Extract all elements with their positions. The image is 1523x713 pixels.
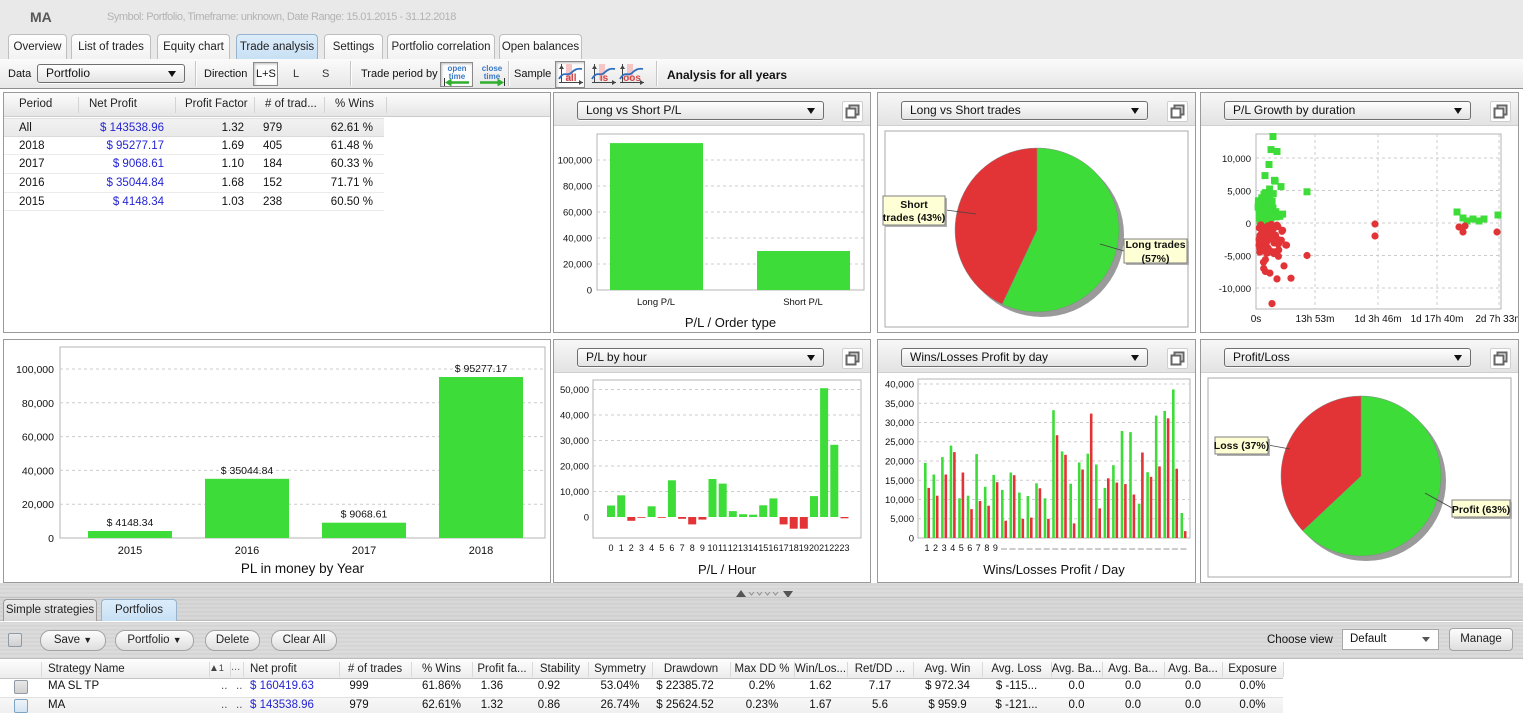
svg-text:Short: Short	[900, 199, 928, 211]
svg-text:50,000: 50,000	[560, 385, 589, 396]
svg-text:0: 0	[608, 543, 613, 553]
svg-text:13h 53m: 13h 53m	[1296, 314, 1335, 325]
svg-text:2018: 2018	[469, 545, 493, 557]
svg-text:2: 2	[629, 543, 634, 553]
svg-text:6: 6	[669, 543, 674, 553]
svg-text:5: 5	[959, 543, 964, 553]
svg-text:2015: 2015	[118, 545, 142, 557]
svg-text:4: 4	[649, 543, 654, 553]
svg-text:3: 3	[639, 543, 644, 553]
svg-text:8: 8	[690, 543, 695, 553]
svg-text:20,000: 20,000	[563, 260, 592, 271]
svg-text:(57%): (57%)	[1141, 253, 1169, 265]
svg-text:30,000: 30,000	[560, 436, 589, 447]
svg-text:2017: 2017	[352, 545, 376, 557]
svg-text:Wins/Losses Profit / Day: Wins/Losses Profit / Day	[983, 562, 1125, 577]
svg-text:Short P/L: Short P/L	[783, 297, 823, 308]
svg-text:PL in money by Year: PL in money by Year	[241, 561, 365, 576]
svg-text:7: 7	[976, 543, 981, 553]
svg-text:20,000: 20,000	[885, 457, 914, 468]
svg-text:14: 14	[748, 543, 758, 553]
svg-text:0s: 0s	[1251, 314, 1262, 325]
svg-text:1d 3h 46m: 1d 3h 46m	[1354, 314, 1401, 325]
svg-text:40,000: 40,000	[560, 411, 589, 422]
svg-text:P/L / Order type: P/L / Order type	[685, 315, 776, 330]
svg-text:10,000: 10,000	[560, 487, 589, 498]
svg-text:$ 35044.84: $ 35044.84	[221, 465, 274, 477]
svg-text:60,000: 60,000	[563, 208, 592, 219]
svg-text:Loss (37%): Loss (37%)	[1214, 440, 1269, 452]
svg-text:16: 16	[768, 543, 778, 553]
svg-text:80,000: 80,000	[22, 398, 54, 410]
svg-text:15,000: 15,000	[885, 476, 914, 487]
svg-text:Long P/L: Long P/L	[637, 297, 675, 308]
svg-text:40,000: 40,000	[563, 234, 592, 245]
svg-text:18: 18	[789, 543, 799, 553]
svg-text:$ 95277.17: $ 95277.17	[455, 363, 508, 375]
svg-text:-5,000: -5,000	[1224, 252, 1251, 263]
svg-text:$ 4148.34: $ 4148.34	[107, 517, 154, 529]
svg-text:8: 8	[984, 543, 989, 553]
svg-text:$ 9068.61: $ 9068.61	[341, 509, 388, 521]
svg-text:-10,000: -10,000	[1219, 284, 1251, 295]
svg-text:19: 19	[799, 543, 809, 553]
svg-text:25,000: 25,000	[885, 437, 914, 448]
svg-text:trades (43%): trades (43%)	[883, 212, 945, 224]
svg-text:23: 23	[839, 543, 849, 553]
svg-text:2016: 2016	[235, 545, 259, 557]
svg-text:13: 13	[738, 543, 748, 553]
svg-text:P/L / Hour: P/L / Hour	[698, 562, 757, 577]
svg-text:6: 6	[967, 543, 972, 553]
svg-text:12: 12	[728, 543, 738, 553]
svg-text:0: 0	[584, 513, 589, 524]
svg-text:11: 11	[718, 543, 727, 553]
svg-text:Profit (63%): Profit (63%)	[1452, 504, 1510, 516]
svg-text:1: 1	[619, 543, 624, 553]
svg-text:0: 0	[587, 286, 592, 297]
svg-text:20: 20	[809, 543, 819, 553]
svg-text:9: 9	[700, 543, 705, 553]
svg-text:10: 10	[707, 543, 717, 553]
svg-text:all: all	[565, 73, 576, 84]
svg-text:10,000: 10,000	[885, 495, 914, 506]
svg-text:10,000: 10,000	[1222, 154, 1251, 165]
svg-text:4: 4	[950, 543, 955, 553]
svg-text:2: 2	[933, 543, 938, 553]
svg-text:80,000: 80,000	[563, 182, 592, 193]
svg-text:0: 0	[48, 533, 54, 545]
svg-text:3: 3	[942, 543, 947, 553]
svg-text:is: is	[600, 73, 609, 84]
svg-text:22: 22	[829, 543, 839, 553]
svg-text:100,000: 100,000	[558, 156, 592, 167]
svg-text:1d 17h 40m: 1d 17h 40m	[1411, 314, 1464, 325]
svg-text:30,000: 30,000	[885, 418, 914, 429]
svg-text:21: 21	[819, 543, 829, 553]
svg-text:35,000: 35,000	[885, 399, 914, 410]
svg-text:9: 9	[993, 543, 998, 553]
svg-text:5,000: 5,000	[890, 514, 914, 525]
svg-text:40,000: 40,000	[22, 465, 54, 477]
svg-text:1: 1	[924, 543, 929, 553]
svg-text:15: 15	[758, 543, 768, 553]
svg-text:40,000: 40,000	[885, 380, 914, 391]
svg-text:0: 0	[1246, 219, 1251, 230]
svg-text:60,000: 60,000	[22, 432, 54, 444]
svg-text:7: 7	[680, 543, 685, 553]
svg-text:20,000: 20,000	[560, 462, 589, 473]
svg-text:100,000: 100,000	[16, 364, 54, 376]
svg-text:17: 17	[779, 543, 789, 553]
svg-text:5: 5	[659, 543, 664, 553]
svg-text:5,000: 5,000	[1227, 187, 1251, 198]
svg-text:Long trades: Long trades	[1125, 239, 1185, 251]
svg-text:20,000: 20,000	[22, 499, 54, 511]
svg-text:oos: oos	[623, 73, 641, 84]
svg-text:2d 7h 33m: 2d 7h 33m	[1475, 314, 1518, 325]
svg-text:0: 0	[909, 534, 914, 545]
